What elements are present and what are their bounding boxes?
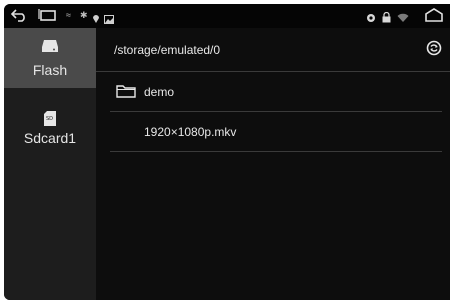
flash-drive-icon xyxy=(41,39,59,58)
drawer-item-sdcard1[interactable]: SD Sdcard1 xyxy=(4,98,96,158)
list-item[interactable]: 1920×1080p.mkv xyxy=(110,112,442,152)
drawer-item-label: Flash xyxy=(32,61,68,78)
folder-icon xyxy=(116,84,136,103)
sd-card-text: SD xyxy=(46,115,54,122)
device-frame: ≈ ✱ Flash SD Sdcard1 /storage/emulated/0… xyxy=(0,0,450,304)
file-browser: /storage/emulated/0 demo 1920×1080p.mkv xyxy=(96,28,450,300)
screen: ≈ ✱ Flash SD Sdcard1 /storage/emulated/0… xyxy=(4,4,450,300)
lock-icon xyxy=(382,10,391,28)
back-icon[interactable] xyxy=(10,8,28,27)
settings-indicator-icon xyxy=(366,10,376,28)
status-bar: ≈ ✱ xyxy=(4,4,450,28)
sd-card-icon: SD xyxy=(44,110,56,126)
storage-drawer: Flash SD Sdcard1 xyxy=(4,28,96,300)
home-icon[interactable] xyxy=(424,7,444,28)
location-icon xyxy=(92,11,100,29)
recent-apps-icon[interactable] xyxy=(38,8,58,27)
usb-icon: ≈ xyxy=(66,10,71,20)
bluetooth-icon: ✱ xyxy=(80,10,88,20)
folder-name: demo xyxy=(144,85,175,99)
wifi-icon xyxy=(397,10,409,28)
drawer-item-flash[interactable]: Flash xyxy=(4,28,96,88)
current-path: /storage/emulated/0 xyxy=(114,43,221,57)
file-name: 1920×1080p.mkv xyxy=(144,125,237,139)
drawer-item-label: Sdcard1 xyxy=(23,129,77,146)
image-notification-icon xyxy=(104,11,114,29)
list-item[interactable]: demo xyxy=(110,72,442,112)
refresh-icon[interactable] xyxy=(426,40,442,61)
path-bar: /storage/emulated/0 xyxy=(96,28,450,72)
